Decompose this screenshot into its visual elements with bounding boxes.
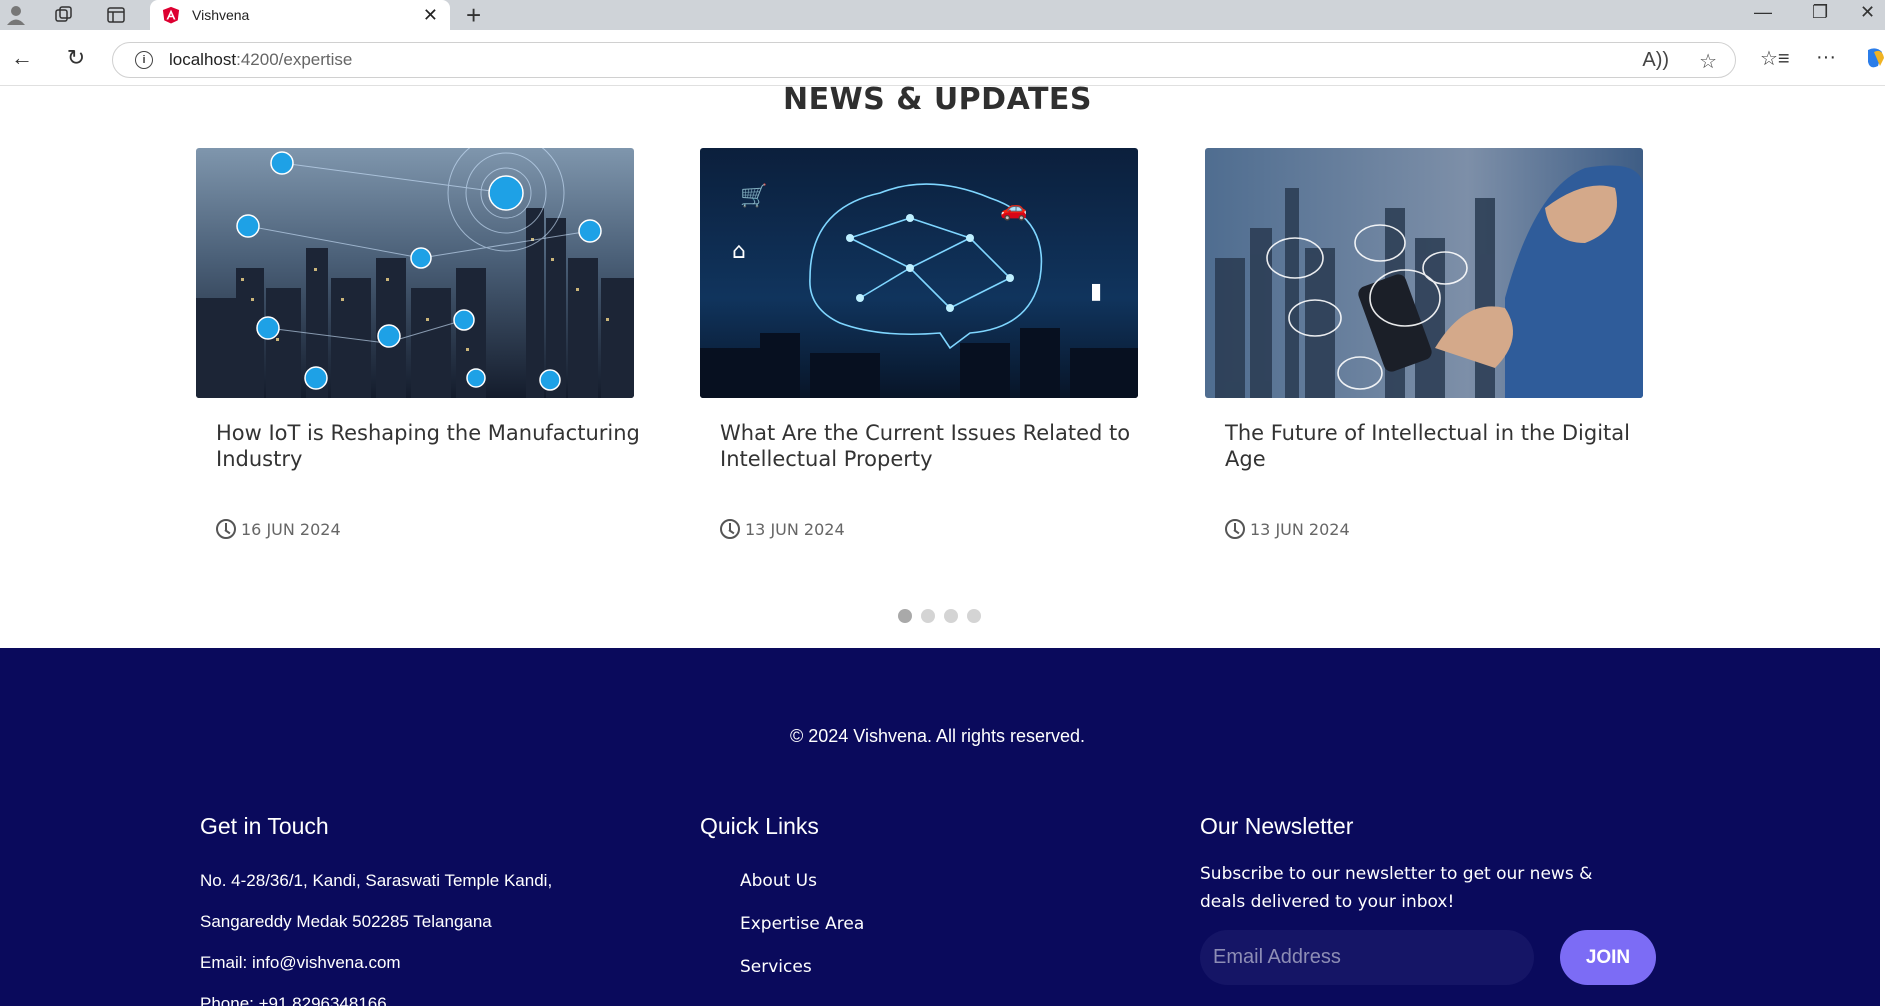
carousel-dot-4[interactable] [967,609,981,623]
news-card-date: 13 JUN 2024 [1205,519,1643,539]
carousel-dot-2[interactable] [921,609,935,623]
address-bar[interactable]: i localhost:4200/expertise A)) ☆ [112,42,1736,78]
browser-toolbar: ← ↻ i localhost:4200/expertise A)) ☆ ☆≡ … [0,30,1885,86]
newsletter-form: JOIN [1200,930,1656,985]
news-card-title[interactable]: What Are the Current Issues Related to I… [700,420,1170,495]
newsletter-heading: Our Newsletter [1200,813,1354,839]
address-line-2: Sangareddy Medak 502285 Telangana [200,912,492,931]
back-icon[interactable]: ← [8,44,36,72]
news-card[interactable]: 🛒 ⌂ 🚗 ▮ What Are the Current Issues Related… [700,148,1138,539]
svg-text:🚗: 🚗 [1000,197,1027,222]
restore-icon[interactable]: ❐ [1812,2,1828,23]
newsletter-column: Our Newsletter Subscribe to our newslett… [1200,813,1656,985]
iot-city-image [196,148,634,398]
news-card-date-text: 13 JUN 2024 [1250,519,1350,539]
refresh-icon[interactable]: ↻ [62,44,90,72]
contact-column: Get in Touch No. 4-28/36/1, Kandi, Saras… [200,813,552,1006]
news-card-date: 16 JUN 2024 [196,519,634,539]
browser-tab-bar: Vishvena ✕ + — ❐ ✕ [0,0,1885,30]
address-line-1: No. 4-28/36/1, Kandi, Saraswati Temple K… [200,871,553,890]
more-menu-icon[interactable]: ··· [1816,46,1836,69]
carousel-dot-1[interactable] [898,609,912,623]
favorites-icon[interactable]: ☆≡ [1760,46,1790,71]
svg-text:▮: ▮ [1090,279,1102,304]
contact-email: Email: info@vishvena.com [200,953,401,972]
clock-icon [216,519,236,539]
newsletter-email-input[interactable] [1200,930,1534,985]
contact-phone: Phone: +91 8296348166 [200,994,387,1006]
news-card-date-text: 13 JUN 2024 [745,519,845,539]
news-card-date-text: 16 JUN 2024 [241,519,341,539]
join-button[interactable]: JOIN [1560,930,1656,985]
quick-link-services[interactable]: Services [700,946,864,989]
quick-links-heading: Quick Links [700,813,819,839]
close-tab-icon[interactable]: ✕ [423,5,438,26]
browser-tab[interactable]: Vishvena ✕ [150,0,450,30]
copyright-text: © 2024 Vishvena. All rights reserved. [789,726,1086,746]
quick-link-expertise-area[interactable]: Expertise Area [700,903,864,946]
carousel-dot-3[interactable] [944,609,958,623]
site-footer: © 2024 Vishvena. All rights reserved. Ge… [0,648,1880,1006]
site-info-icon[interactable]: i [135,51,153,69]
tab-actions-icon[interactable] [104,3,128,27]
news-heading: NEWS & UPDATES [782,82,1093,117]
clock-icon [1225,519,1245,539]
url-path: :4200/expertise [236,50,353,69]
minimize-icon[interactable]: — [1754,2,1772,23]
close-window-icon[interactable]: ✕ [1860,2,1875,23]
news-card[interactable]: How IoT is Reshaping the Manufacturing I… [196,148,640,539]
read-aloud-icon[interactable]: A)) [1642,49,1669,74]
carousel-pagination [898,609,981,623]
contact-heading: Get in Touch [200,813,329,839]
digital-brain-image: 🛒 ⌂ 🚗 ▮ [700,148,1138,398]
news-card[interactable]: The Future of Intellectual in the Digita… [1205,148,1643,539]
news-card-date: 13 JUN 2024 [700,519,1138,539]
url-host: localhost [169,50,237,69]
clock-icon [720,519,740,539]
angular-favicon-icon [162,6,180,24]
new-tab-icon[interactable]: + [466,1,481,29]
quick-links-column: Quick Links About Us Expertise Area Serv… [700,813,864,989]
copilot-icon[interactable] [1864,46,1884,70]
news-card-title[interactable]: How IoT is Reshaping the Manufacturing I… [196,420,666,495]
newsletter-text: Subscribe to our newsletter to get our n… [1200,864,1593,912]
tab-title: Vishvena [192,7,250,23]
workspaces-icon[interactable] [52,3,76,27]
profile-icon[interactable] [4,3,28,27]
svg-text:⌂: ⌂ [732,239,746,264]
quick-link-about-us[interactable]: About Us [700,860,864,903]
favorite-star-icon[interactable]: ☆ [1699,49,1717,74]
digital-security-image [1205,148,1643,398]
svg-text:🛒: 🛒 [740,183,767,209]
news-card-title[interactable]: The Future of Intellectual in the Digita… [1205,420,1675,495]
